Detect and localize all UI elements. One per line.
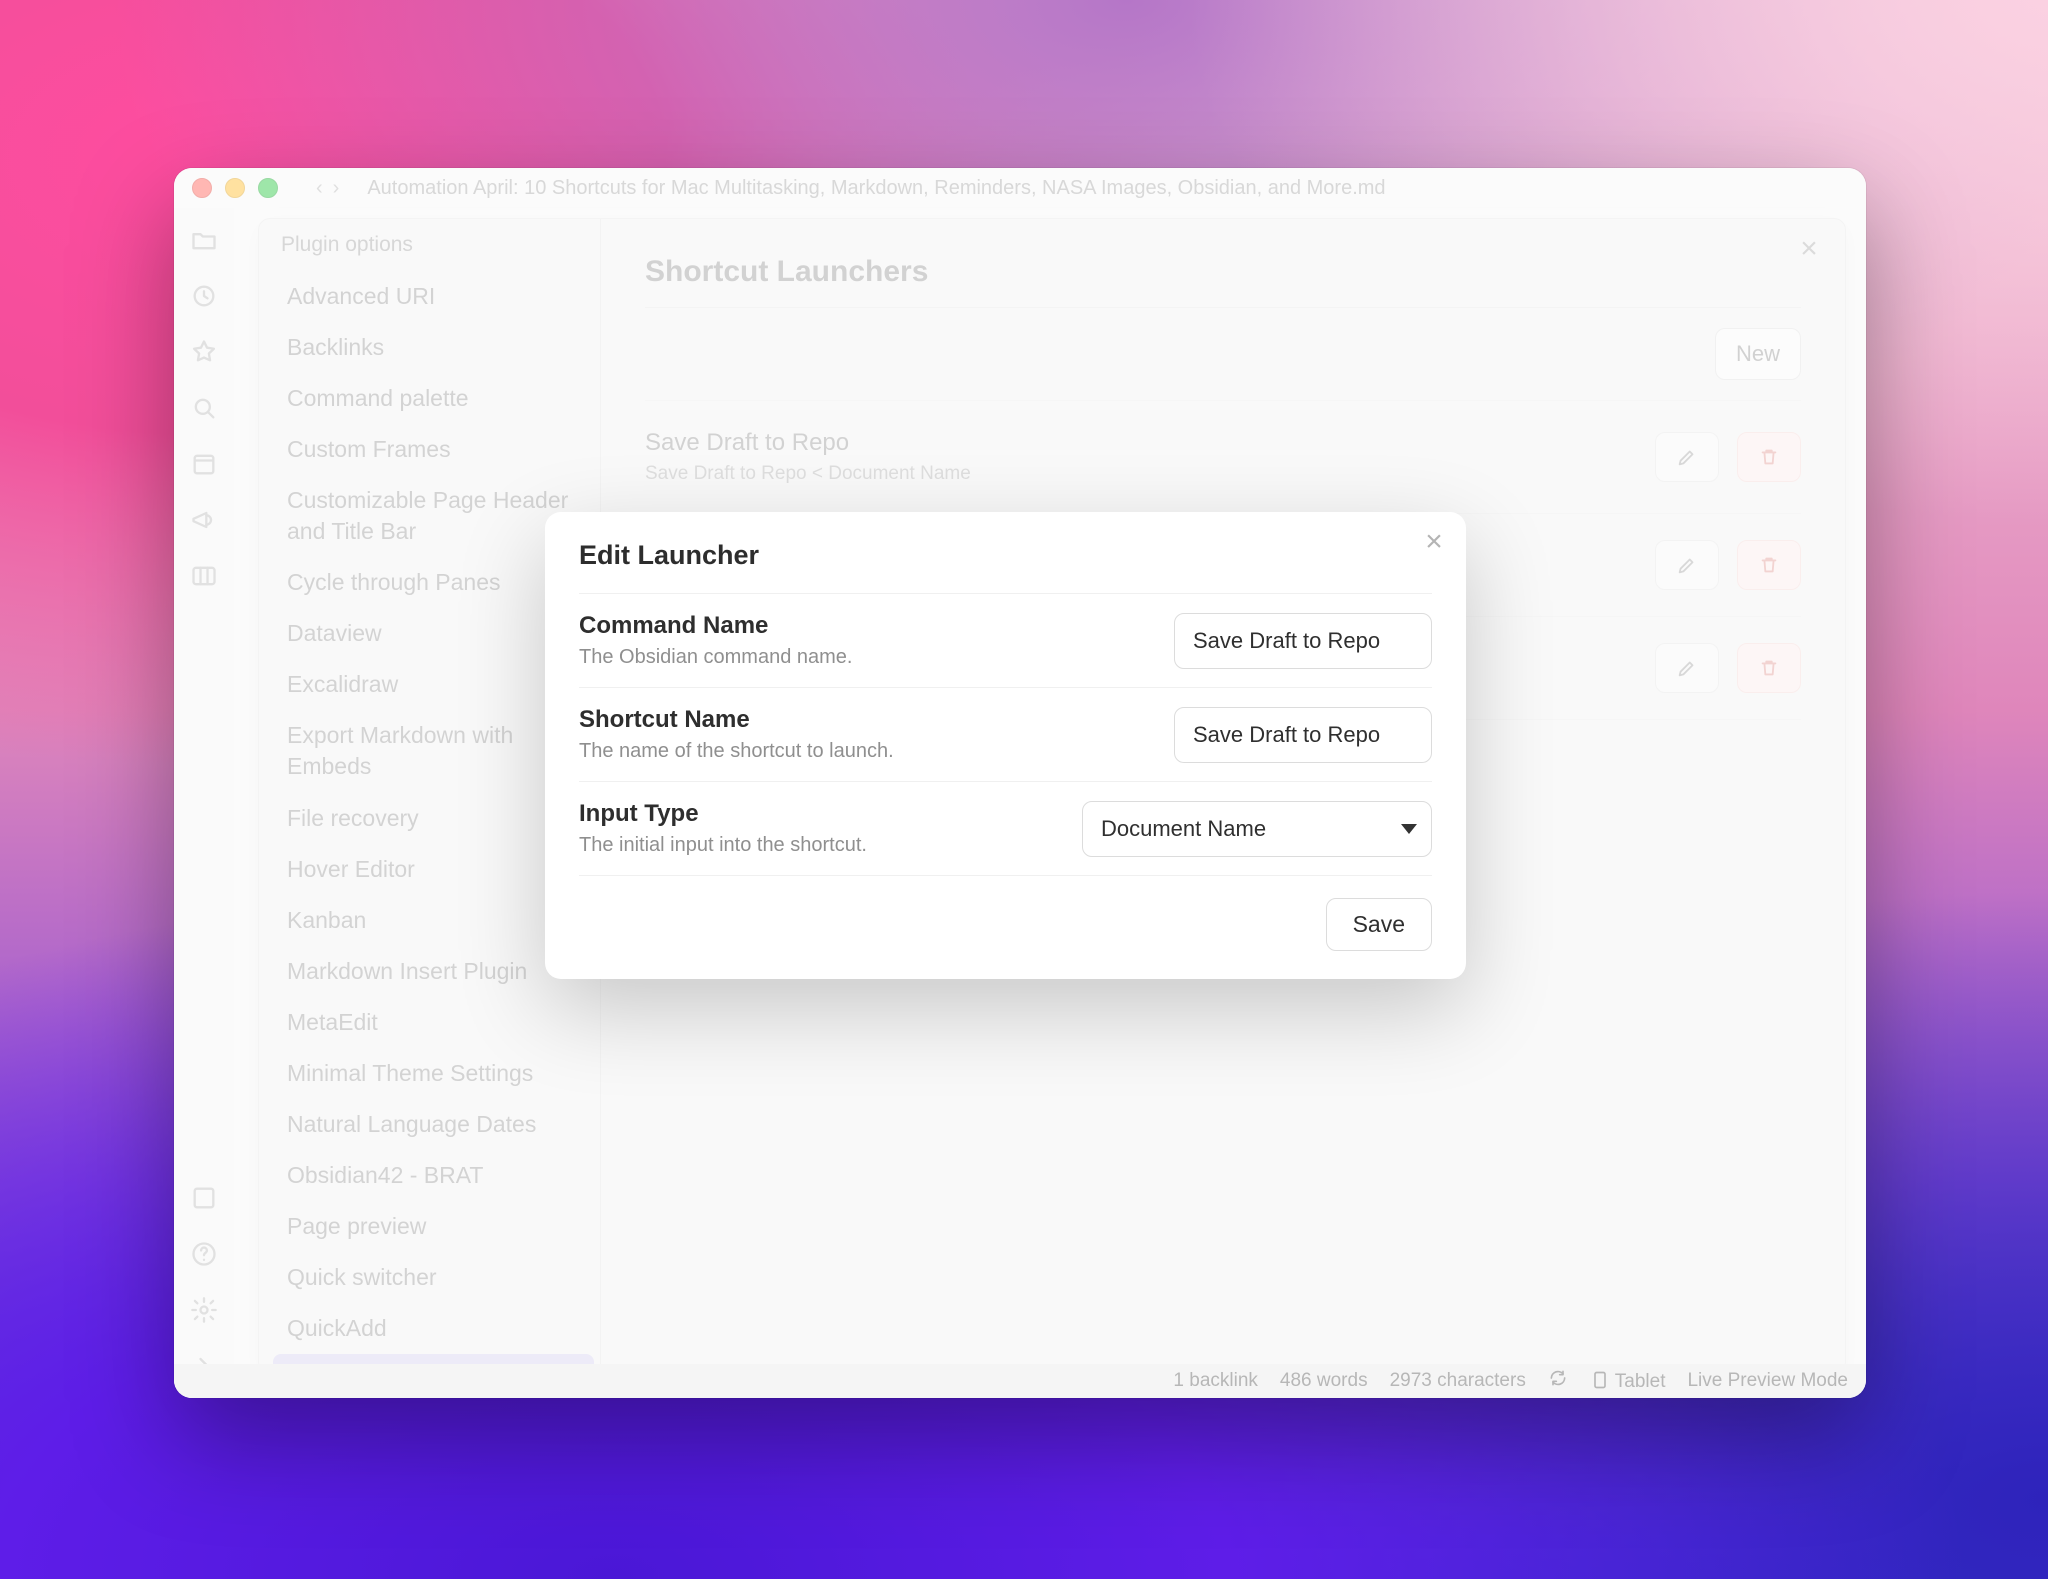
minimize-window-button[interactable] [225, 178, 245, 198]
megaphone-icon[interactable] [190, 506, 218, 534]
folder-icon[interactable] [190, 226, 218, 254]
field-description: The initial input into the shortcut. [579, 834, 1058, 857]
calendar-icon[interactable] [190, 450, 218, 478]
nav-back-icon[interactable]: ‹ [316, 177, 323, 200]
sidebar-item[interactable]: Obsidian42 - BRAT [273, 1150, 594, 1201]
traffic-lights [192, 178, 278, 198]
field-command-name: Command Name The Obsidian command name. … [579, 593, 1432, 687]
sidebar-item[interactable]: Natural Language Dates [273, 1099, 594, 1150]
sidebar-item[interactable]: QuickAdd [273, 1303, 594, 1354]
field-input-type: Input Type The initial input into the sh… [579, 781, 1432, 876]
command-name-input[interactable]: Save Draft to Repo [1174, 613, 1432, 669]
delete-button[interactable] [1737, 643, 1801, 693]
status-chars: 2973 characters [1390, 1370, 1526, 1392]
field-label: Input Type [579, 800, 1058, 828]
delete-button[interactable] [1737, 540, 1801, 590]
sidebar-item[interactable]: Page preview [273, 1201, 594, 1252]
edit-button[interactable] [1655, 643, 1719, 693]
star-icon[interactable] [190, 338, 218, 366]
close-window-button[interactable] [192, 178, 212, 198]
left-ribbon [174, 208, 234, 1398]
pencil-icon [1676, 446, 1698, 468]
launcher-title: Save Draft to Repo [645, 429, 1637, 457]
edit-button[interactable] [1655, 540, 1719, 590]
trash-icon [1758, 657, 1780, 679]
sidebar-section-label: Plugin options [273, 231, 594, 271]
sidebar-item[interactable]: Minimal Theme Settings [273, 1048, 594, 1099]
sidebar-item[interactable]: Advanced URI [273, 271, 594, 322]
page-title: Shortcut Launchers [645, 255, 1801, 289]
sidebar-item[interactable]: MetaEdit [273, 997, 594, 1048]
columns-icon[interactable] [190, 562, 218, 590]
status-words: 486 words [1280, 1370, 1368, 1392]
close-icon[interactable]: × [1412, 520, 1456, 564]
sync-icon[interactable] [1548, 1368, 1568, 1394]
clock-icon[interactable] [190, 282, 218, 310]
trash-icon [1758, 554, 1780, 576]
trash-icon [1758, 446, 1780, 468]
delete-button[interactable] [1737, 432, 1801, 482]
sidebar-item[interactable]: Quick switcher [273, 1252, 594, 1303]
nav-group: ‹ › [316, 177, 339, 200]
window-title: Automation April: 10 Shortcuts for Mac M… [367, 177, 1385, 200]
pencil-icon [1676, 554, 1698, 576]
save-button[interactable]: Save [1326, 898, 1432, 951]
status-bar: 1 backlink 486 words 2973 characters Tab… [174, 1364, 1866, 1398]
new-button[interactable]: New [1715, 328, 1801, 380]
sidebar-item[interactable]: Backlinks [273, 322, 594, 373]
help-icon[interactable] [190, 1240, 218, 1268]
sidebar-item[interactable]: Custom Frames [273, 424, 594, 475]
launcher-subtitle: Save Draft to Repo < Document Name [645, 463, 1637, 485]
status-device[interactable]: Tablet [1590, 1370, 1666, 1393]
pencil-icon [1676, 657, 1698, 679]
edit-launcher-modal: × Edit Launcher Command Name The Obsidia… [545, 512, 1466, 979]
input-type-select[interactable]: Document Name [1082, 801, 1432, 857]
divider [645, 307, 1801, 308]
gear-icon[interactable] [190, 1296, 218, 1324]
nav-forward-icon[interactable]: › [333, 177, 340, 200]
field-label: Shortcut Name [579, 706, 1150, 734]
window-titlebar: ‹ › Automation April: 10 Shortcuts for M… [174, 168, 1866, 208]
search-icon[interactable] [190, 394, 218, 422]
status-mode[interactable]: Live Preview Mode [1687, 1370, 1848, 1392]
edit-button[interactable] [1655, 432, 1719, 482]
sidebar-item[interactable]: Command palette [273, 373, 594, 424]
fullscreen-window-button[interactable] [258, 178, 278, 198]
vault-icon[interactable] [190, 1184, 218, 1212]
launcher-row: Save Draft to Repo Save Draft to Repo < … [645, 401, 1801, 514]
chevron-down-icon [1401, 824, 1417, 834]
field-description: The name of the shortcut to launch. [579, 740, 1150, 763]
field-label: Command Name [579, 612, 1150, 640]
status-backlinks[interactable]: 1 backlink [1173, 1370, 1258, 1392]
modal-title: Edit Launcher [579, 540, 1432, 593]
input-type-value: Document Name [1101, 816, 1266, 841]
field-description: The Obsidian command name. [579, 646, 1150, 669]
shortcut-name-input[interactable]: Save Draft to Repo [1174, 707, 1432, 763]
field-shortcut-name: Shortcut Name The name of the shortcut t… [579, 687, 1432, 781]
